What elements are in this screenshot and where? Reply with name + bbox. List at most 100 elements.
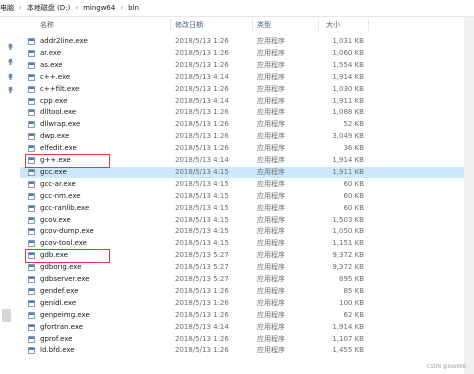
file-row[interactable]: gendef.exe 2018/5/13 1:26 应用程序 85 KB bbox=[20, 286, 464, 297]
file-row[interactable]: gcc-nm.exe 2018/5/13 4:15 应用程序 60 KB bbox=[20, 191, 464, 202]
exe-file-icon bbox=[28, 180, 35, 188]
exe-file-icon bbox=[28, 323, 35, 331]
pin-icon[interactable] bbox=[7, 73, 14, 80]
file-size: 1,914 KB bbox=[332, 72, 364, 81]
file-date: 2018/5/13 1:26 bbox=[175, 144, 229, 153]
file-size: 1,030 KB bbox=[332, 84, 364, 93]
column-header: 名称 修改日期 类型 大小 bbox=[20, 17, 464, 33]
pin-icon[interactable] bbox=[7, 86, 14, 93]
exe-file-icon bbox=[28, 49, 35, 57]
file-row[interactable]: gdborig.exe 2018/5/13 5:27 应用程序 9,372 KB bbox=[20, 262, 464, 273]
file-type: 应用程序 bbox=[257, 346, 285, 355]
file-row[interactable]: as.exe 2018/5/13 1:26 应用程序 1,554 KB bbox=[20, 60, 464, 71]
file-row[interactable]: gcov-dump.exe 2018/5/13 4:15 应用程序 1,050 KB bbox=[20, 226, 464, 237]
file-type: 应用程序 bbox=[257, 167, 285, 176]
file-row[interactable]: dwp.exe 2018/5/13 1:26 应用程序 3,049 KB bbox=[20, 131, 464, 142]
file-name: gdb.exe bbox=[40, 251, 68, 260]
file-row[interactable]: gcov-tool.exe 2018/5/13 4:15 应用程序 1,151 KB bbox=[20, 238, 464, 249]
file-row[interactable]: gcov.exe 2018/5/13 4:15 应用程序 1,503 KB bbox=[20, 215, 464, 226]
column-header-date[interactable]: 修改日期 bbox=[175, 17, 203, 33]
exe-file-icon bbox=[28, 287, 35, 295]
column-header-name[interactable]: 名称 bbox=[40, 17, 54, 33]
exe-file-icon bbox=[28, 157, 35, 164]
file-type: 应用程序 bbox=[257, 322, 285, 331]
pin-icon[interactable] bbox=[7, 43, 14, 50]
file-row[interactable]: c++filt.exe 2018/5/13 1:26 应用程序 1,030 KB bbox=[20, 84, 464, 95]
vertical-scrollbar[interactable] bbox=[464, 17, 474, 374]
file-row[interactable]: gdbserver.exe 2018/5/13 5:27 应用程序 895 KB bbox=[20, 274, 464, 285]
file-row[interactable]: genidl.exe 2018/5/13 1:26 应用程序 100 KB bbox=[20, 298, 464, 309]
file-size: 1,914 KB bbox=[332, 322, 364, 331]
file-size: 1,911 KB bbox=[332, 167, 364, 176]
file-date: 2018/5/13 1:26 bbox=[175, 132, 229, 141]
exe-file-icon bbox=[28, 85, 35, 93]
file-size: 1,107 KB bbox=[332, 334, 364, 343]
file-row[interactable]: elfedit.exe 2018/5/13 1:26 应用程序 36 KB bbox=[20, 143, 464, 154]
file-name: genpeimg.exe bbox=[40, 310, 90, 319]
breadcrumb-item-mingw64[interactable]: mingw64 bbox=[83, 0, 115, 16]
exe-file-icon bbox=[28, 192, 35, 200]
file-name: as.exe bbox=[40, 60, 63, 69]
file-row[interactable]: gcc-ranlib.exe 2018/5/13 4:15 应用程序 60 KB bbox=[20, 203, 464, 214]
file-size: 9,372 KB bbox=[332, 251, 364, 260]
file-type: 应用程序 bbox=[257, 72, 285, 81]
file-size: 1,050 KB bbox=[332, 227, 364, 236]
file-date: 2018/5/13 1:26 bbox=[175, 286, 229, 295]
file-row[interactable]: ld.bfd.exe 2018/5/13 1:26 应用程序 1,455 KB bbox=[20, 345, 464, 356]
file-type: 应用程序 bbox=[257, 156, 285, 164]
exe-file-icon bbox=[28, 347, 35, 355]
column-header-size[interactable]: 大小 bbox=[326, 17, 340, 33]
file-size: 60 KB bbox=[343, 203, 364, 212]
column-divider[interactable] bbox=[252, 19, 253, 31]
file-row[interactable]: dlltool.exe 2018/5/13 1:26 应用程序 1,088 KB bbox=[20, 107, 464, 118]
breadcrumb-item-computer[interactable]: 电脑 bbox=[0, 0, 14, 16]
exe-file-icon bbox=[28, 61, 35, 69]
file-size: 1,914 KB bbox=[332, 156, 364, 164]
file-row[interactable]: c++.exe 2018/5/13 4:14 应用程序 1,914 KB bbox=[20, 72, 464, 83]
column-header-type[interactable]: 类型 bbox=[257, 17, 271, 33]
file-type: 应用程序 bbox=[257, 298, 285, 307]
chevron-right-icon[interactable]: › bbox=[75, 0, 78, 16]
chevron-right-icon[interactable]: › bbox=[19, 0, 22, 16]
file-name: gdborig.exe bbox=[40, 263, 82, 272]
column-divider[interactable] bbox=[318, 19, 319, 31]
file-name: genidl.exe bbox=[40, 298, 77, 307]
chevron-right-icon[interactable]: › bbox=[120, 0, 123, 16]
column-divider[interactable] bbox=[170, 19, 171, 31]
file-row[interactable]: gprof.exe 2018/5/13 1:26 应用程序 1,107 KB bbox=[20, 334, 464, 345]
exe-file-icon bbox=[28, 38, 35, 45]
navigation-scroll-thumb[interactable] bbox=[2, 309, 11, 322]
file-row[interactable]: cpp.exe 2018/5/13 4:14 应用程序 1,911 KB bbox=[20, 96, 464, 107]
breadcrumb-item-drive[interactable]: 本地磁盘 (D:) bbox=[27, 0, 70, 16]
file-row[interactable]: addr2line.exe 2018/5/13 1:26 应用程序 1,031 KB bbox=[20, 36, 464, 47]
file-size: 1,031 KB bbox=[332, 37, 364, 45]
file-row[interactable]: gfortran.exe 2018/5/13 4:14 应用程序 1,914 KB bbox=[20, 322, 464, 333]
file-type: 应用程序 bbox=[257, 84, 285, 93]
file-row[interactable]: g++.exe 2018/5/13 4:14 应用程序 1,914 KB bbox=[20, 155, 464, 166]
file-date: 2018/5/13 1:26 bbox=[175, 37, 229, 45]
file-row[interactable]: gcc-ar.exe 2018/5/13 4:15 应用程序 60 KB bbox=[20, 179, 464, 190]
file-row[interactable]: gdb.exe 2018/5/13 5:27 应用程序 9,372 KB bbox=[20, 250, 464, 261]
address-breadcrumb[interactable]: 电脑 › 本地磁盘 (D:) › mingw64 › bin bbox=[0, 0, 474, 17]
file-date: 2018/5/13 1:26 bbox=[175, 310, 229, 319]
file-row[interactable]: ar.exe 2018/5/13 1:26 应用程序 1,060 KB bbox=[20, 48, 464, 59]
file-row[interactable]: gcc.exe 2018/5/13 4:15 应用程序 1,911 KB bbox=[20, 166, 464, 178]
file-name: c++filt.exe bbox=[40, 84, 80, 93]
file-type: 应用程序 bbox=[257, 227, 285, 236]
file-size: 1,455 KB bbox=[332, 346, 364, 355]
column-divider[interactable] bbox=[368, 19, 369, 31]
breadcrumb-item-bin[interactable]: bin bbox=[128, 0, 139, 16]
file-date: 2018/5/13 4:15 bbox=[175, 179, 229, 188]
pin-icon[interactable] bbox=[7, 58, 14, 65]
file-row[interactable]: genpeimg.exe 2018/5/13 1:26 应用程序 62 KB bbox=[20, 310, 464, 321]
exe-file-icon bbox=[28, 335, 35, 343]
file-row[interactable]: dllwrap.exe 2018/5/13 1:26 应用程序 52 KB bbox=[20, 119, 464, 130]
exe-file-icon bbox=[28, 109, 35, 117]
file-date: 2018/5/13 4:15 bbox=[175, 167, 229, 176]
file-type: 应用程序 bbox=[257, 144, 285, 153]
file-size: 100 KB bbox=[339, 298, 364, 307]
file-size: 1,911 KB bbox=[332, 96, 364, 105]
exe-file-icon bbox=[28, 216, 35, 224]
file-type: 应用程序 bbox=[257, 60, 285, 69]
file-type: 应用程序 bbox=[257, 286, 285, 295]
